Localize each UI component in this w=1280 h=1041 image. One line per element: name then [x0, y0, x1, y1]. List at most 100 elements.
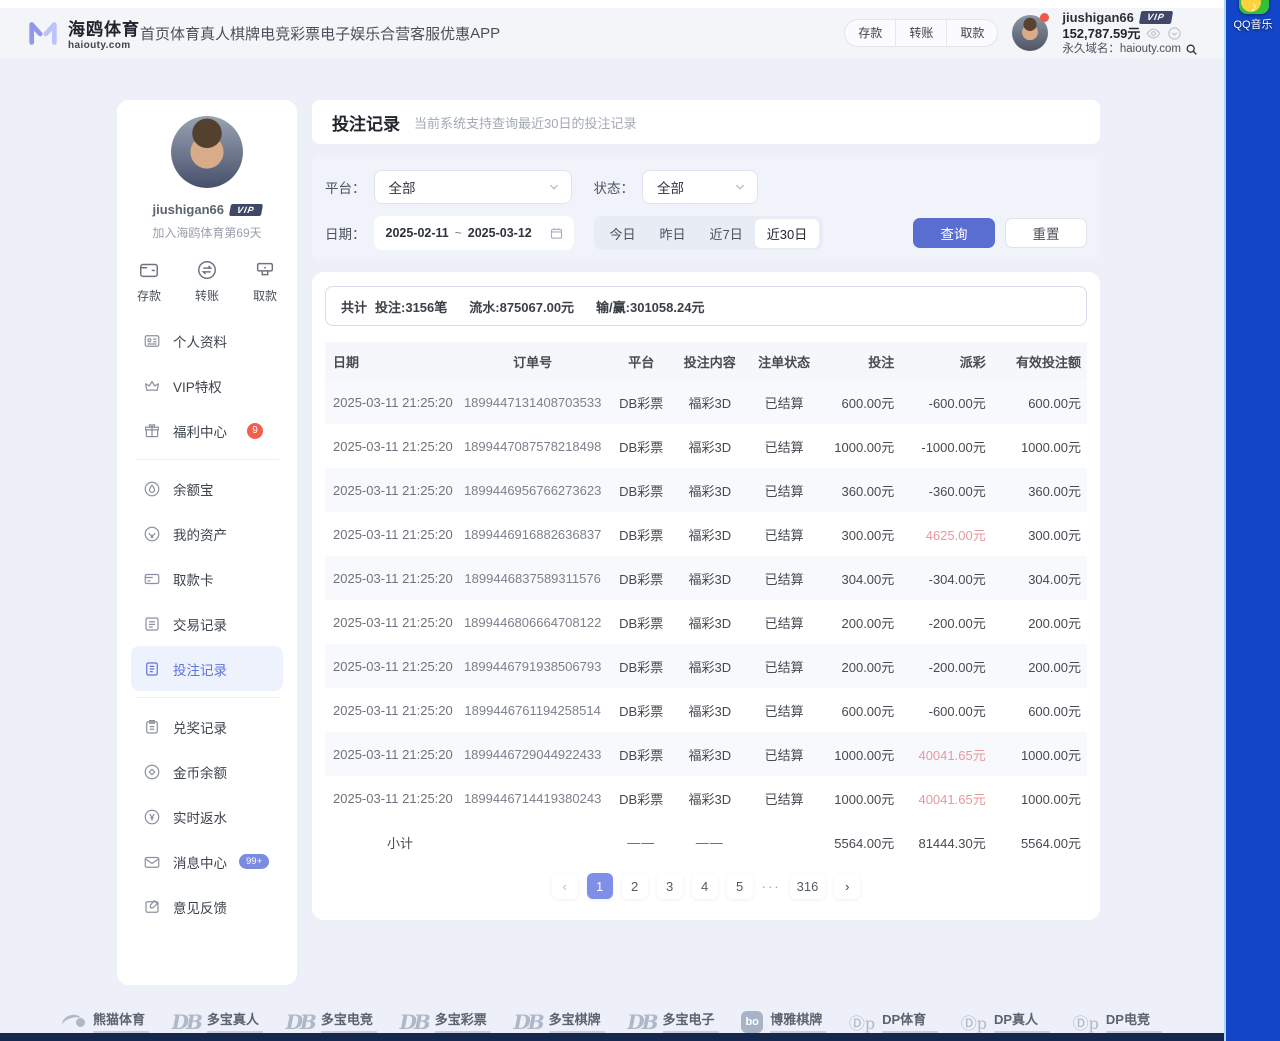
gift-icon [143, 422, 161, 440]
table-row[interactable]: 2025-03-11 21:25:20 1899447131408703533 … [325, 380, 1087, 424]
sidebar-item-welfare[interactable]: 福利中心 9 [131, 408, 283, 453]
partner-logo[interactable]: 多宝电竞 [286, 1009, 377, 1034]
pagination-page-button[interactable]: 2 [622, 873, 648, 899]
nav-menu-item[interactable]: 棋牌 [230, 23, 260, 44]
partner-logo[interactable]: DP体育 [849, 1009, 938, 1034]
sidebar-item-prize-records[interactable]: 兑奖记录 [131, 704, 283, 749]
pagination-page-button[interactable]: 4 [692, 873, 718, 899]
balance-amount: 152,787.59元 [1062, 26, 1140, 42]
summary-bets: 投注:3156笔 [375, 297, 447, 316]
top-navbar: 海鸥体育 haiouty.com 首页体育真人棋牌电竞彩票电子娱乐合营客服优惠A… [0, 8, 1224, 58]
partner-logo[interactable]: 多宝棋牌 [513, 1009, 604, 1034]
sidebar-item-profile[interactable]: 个人资料 [131, 318, 283, 363]
pagination-page-button[interactable]: 5 [727, 873, 753, 899]
pagination-next[interactable]: › [834, 873, 860, 899]
clipboard-icon [143, 718, 161, 736]
user-avatar-wrap[interactable] [1012, 15, 1048, 51]
profile-name: jiushigan66 [152, 202, 224, 217]
eye-icon[interactable] [1146, 26, 1161, 41]
quick-transfer-button[interactable]: 转账 [195, 259, 219, 304]
table-row[interactable]: 2025-03-11 21:25:20 1899446714419380243 … [325, 776, 1087, 820]
sidebar-item-betting-records[interactable]: 投注记录 [131, 646, 283, 691]
transfer-icon [196, 259, 218, 281]
nav-menu-item[interactable]: APP [470, 25, 500, 42]
sidebar-item-assets[interactable]: 我的资产 [131, 511, 283, 556]
table-row[interactable]: 2025-03-11 21:25:20 1899447087578218498 … [325, 424, 1087, 468]
reset-button[interactable]: 重置 [1005, 218, 1087, 248]
pagination: ‹ 12345 ··· 316 › [325, 873, 1087, 899]
quick-range-button[interactable]: 近7日 [698, 219, 755, 248]
quick-range-button[interactable]: 昨日 [648, 219, 698, 248]
page-header: 投注记录 当前系统支持查询最近30日的投注记录 [312, 100, 1100, 144]
wallet-quick-button[interactable]: 存款 [845, 20, 895, 46]
pagination-prev[interactable]: ‹ [552, 873, 578, 899]
browser-page: 海鸥体育 haiouty.com 首页体育真人棋牌电竞彩票电子娱乐合营客服优惠A… [0, 0, 1224, 1041]
partner-logo[interactable]: 多宝彩票 [399, 1009, 490, 1034]
quick-range-button[interactable]: 近30日 [755, 219, 819, 248]
search-button[interactable]: 查询 [913, 218, 995, 248]
id-card-icon [143, 332, 161, 350]
profile-avatar[interactable] [171, 116, 243, 188]
sidebar-item-withdraw-card[interactable]: 取款卡 [131, 556, 283, 601]
date-end: 2025-03-12 [468, 226, 532, 240]
nav-menu-item[interactable]: 体育 [170, 23, 200, 44]
table-row[interactable]: 2025-03-11 21:25:20 1899446956766273623 … [325, 468, 1087, 512]
nav-menu-item[interactable]: 优惠 [440, 23, 470, 44]
sidebar-item-rebate[interactable]: 实时返水 [131, 794, 283, 839]
sidebar-item-transactions[interactable]: 交易记录 [131, 601, 283, 646]
table-row[interactable]: 2025-03-11 21:25:20 1899446916882636837 … [325, 512, 1087, 556]
quick-withdraw-button[interactable]: 取款 [253, 259, 277, 304]
partner-logo[interactable]: 博雅棋牌 [741, 1009, 826, 1034]
table-row[interactable]: 2025-03-11 21:25:20 1899446837589311576 … [325, 556, 1087, 600]
table-row[interactable]: 2025-03-11 21:25:20 1899446761194258514 … [325, 688, 1087, 732]
brand-logo-icon [26, 16, 60, 50]
nav-menu-item[interactable]: 首页 [140, 23, 170, 44]
date-range-input[interactable]: 2025-02-11 ~ 2025-03-12 [374, 216, 574, 250]
partner-logo[interactable]: DP电竞 [1073, 1009, 1162, 1034]
sidebar-item-yuebao[interactable]: 余额宝 [131, 466, 283, 511]
sidebar-item-coin-balance[interactable]: 金币余额 [131, 749, 283, 794]
sidebar: jiushigan66 VIP 加入海鸥体育第69天 存款 转账 取款 个人资料 [117, 100, 297, 985]
wallet-quick-button[interactable]: 取款 [946, 20, 997, 46]
search-icon[interactable] [1185, 43, 1198, 56]
sidebar-item-vip[interactable]: VIP特权 [131, 363, 283, 408]
partner-icon [961, 1010, 987, 1034]
status-select[interactable]: 全部 [642, 170, 758, 204]
sidebar-item-messages[interactable]: 消息中心 99+ [131, 839, 283, 884]
welfare-badge: 9 [247, 423, 263, 439]
pagination-last-page[interactable]: 316 [790, 873, 826, 899]
feedback-edit-icon [143, 898, 161, 916]
pagination-page-button[interactable]: 3 [657, 873, 683, 899]
quick-range-button[interactable]: 今日 [598, 219, 648, 248]
partner-logo[interactable]: 熊猫体育 [62, 1009, 149, 1034]
nav-menu-item[interactable]: 彩票 [290, 23, 320, 44]
qq-music-label: QQ音乐 [1226, 16, 1280, 32]
nav-menu-item[interactable]: 电子 [320, 23, 350, 44]
nav-menu-item[interactable]: 娱乐 [350, 23, 380, 44]
avatar[interactable] [1012, 15, 1048, 51]
brand[interactable]: 海鸥体育 haiouty.com [26, 15, 140, 51]
pagination-page-button[interactable]: 1 [587, 873, 613, 899]
wallet-quick-button[interactable]: 转账 [895, 20, 946, 46]
crown-icon [143, 377, 161, 395]
platform-select[interactable]: 全部 [374, 170, 572, 204]
subtotal-row: 小计 —— —— 5564.00元 81444.30元 5564.00元 [325, 820, 1087, 864]
wallet-icon [138, 259, 160, 281]
sidebar-item-feedback[interactable]: 意见反馈 [131, 884, 283, 929]
partner-logo[interactable]: DP真人 [961, 1009, 1050, 1034]
qq-music-icon[interactable]: ♪ [1239, 0, 1269, 14]
nav-menu-item[interactable]: 客服 [410, 23, 440, 44]
sidebar-divider [135, 697, 279, 698]
partner-logo[interactable]: 多宝电子 [627, 1009, 718, 1034]
nav-menu-item[interactable]: 电竞 [260, 23, 290, 44]
filter-panel: 平台： 全部 状态： 全部 日期： 2025-02-11 ~ 2025-03-1… [312, 156, 1100, 260]
table-row[interactable]: 2025-03-11 21:25:20 1899446806664708122 … [325, 600, 1087, 644]
nav-menu-item[interactable]: 真人 [200, 23, 230, 44]
table-row[interactable]: 2025-03-11 21:25:20 1899446791938506793 … [325, 644, 1087, 688]
top-strip [0, 0, 1224, 8]
table-row[interactable]: 2025-03-11 21:25:20 1899446729044922433 … [325, 732, 1087, 776]
nav-menu-item[interactable]: 合营 [380, 23, 410, 44]
quick-deposit-button[interactable]: 存款 [137, 259, 161, 304]
partner-logo[interactable]: 多宝真人 [172, 1009, 263, 1034]
refresh-dropdown-icon[interactable] [1167, 26, 1182, 41]
